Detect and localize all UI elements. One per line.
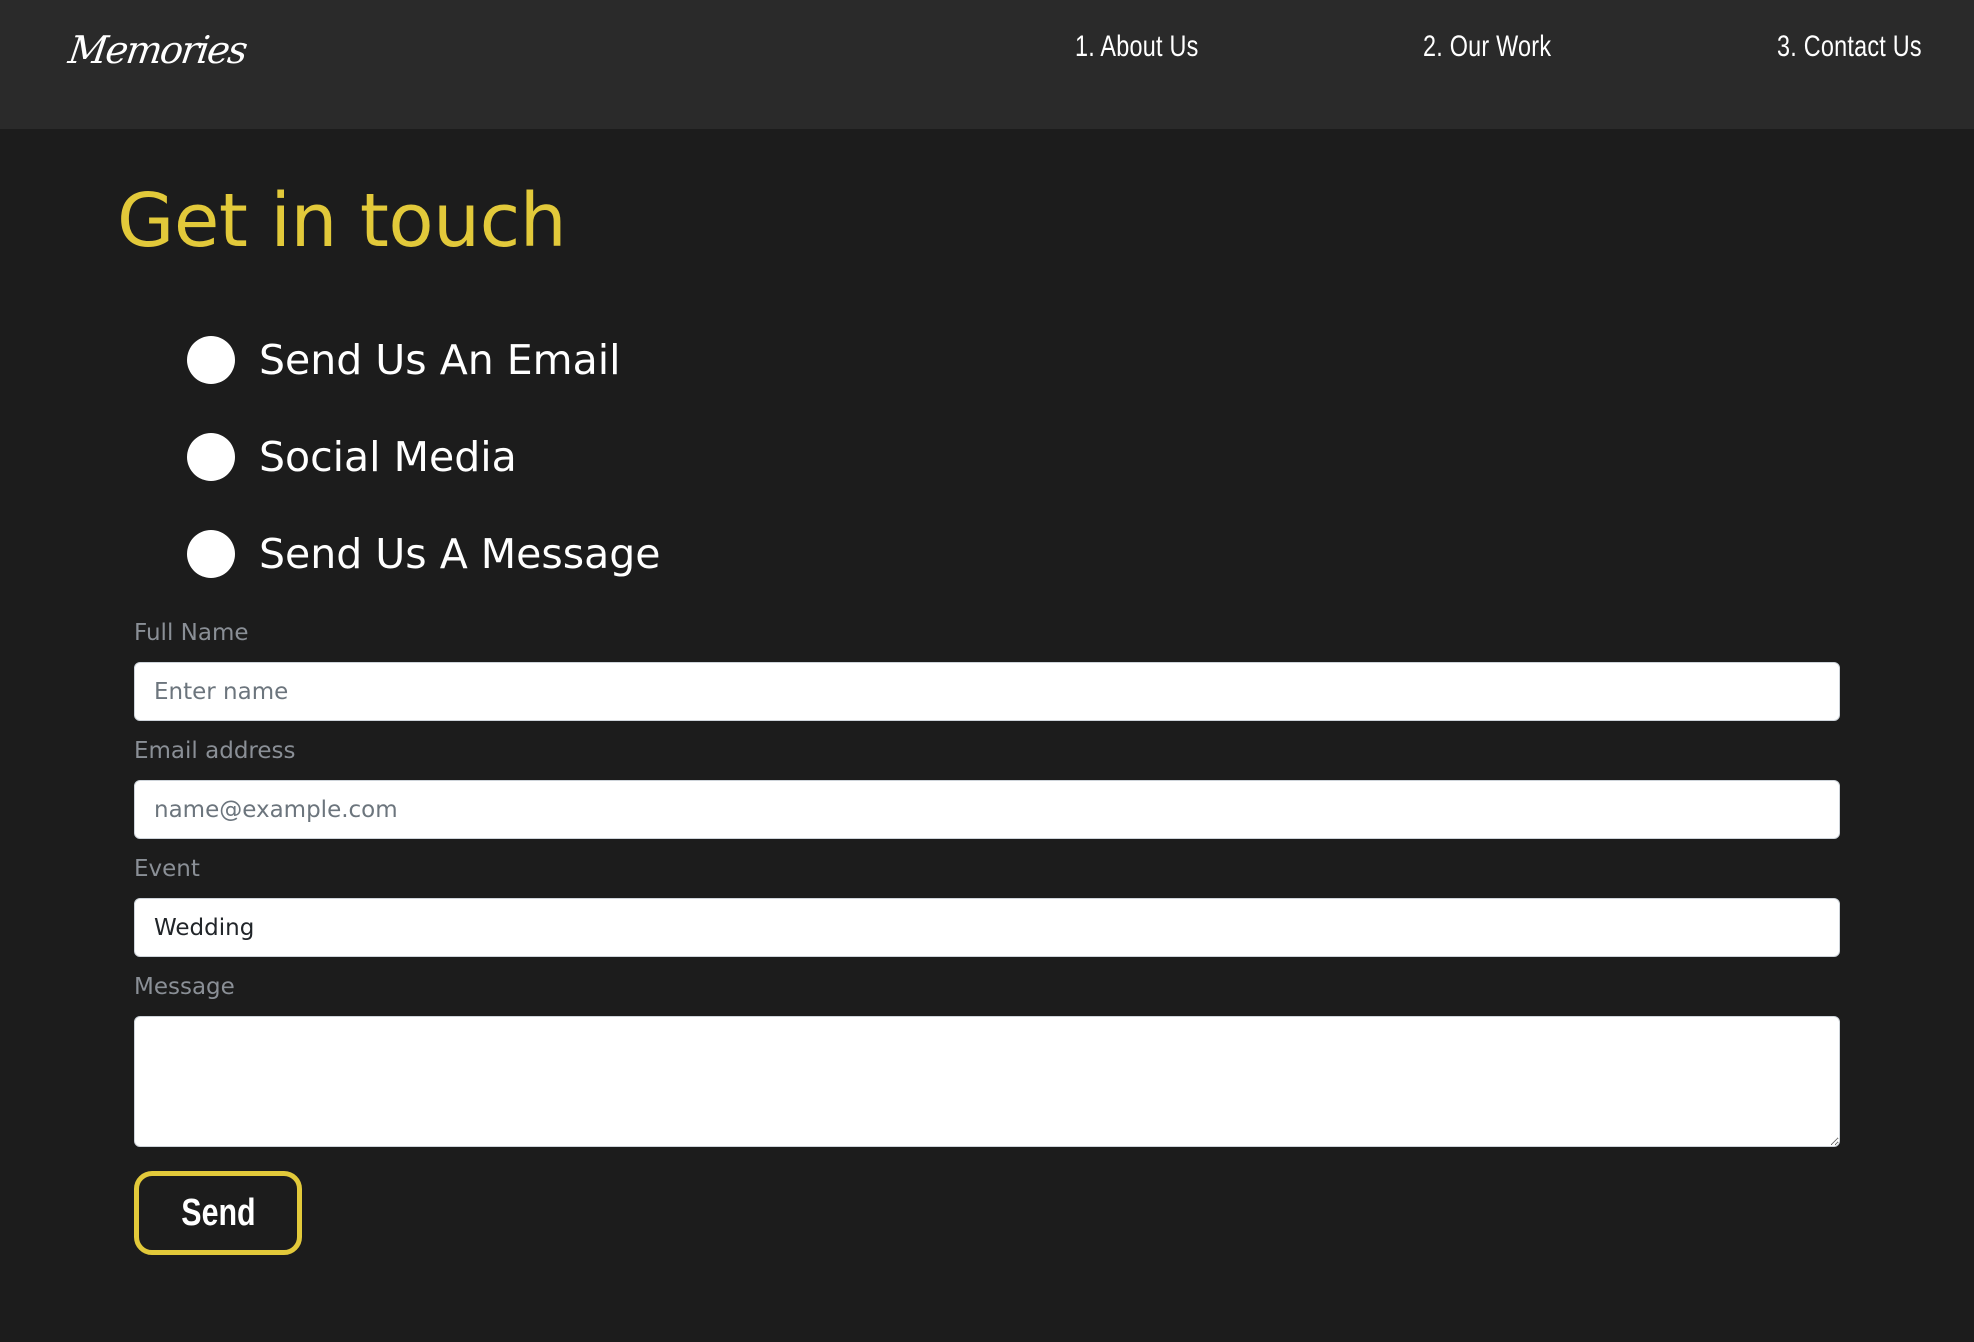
message-label: Message xyxy=(134,974,235,1000)
option-bullet-icon xyxy=(187,530,235,578)
option-social-media[interactable]: Social Media xyxy=(187,432,517,482)
option-bullet-icon xyxy=(187,433,235,481)
full-name-input[interactable] xyxy=(134,662,1840,721)
option-label: Social Media xyxy=(259,433,517,481)
option-bullet-icon xyxy=(187,336,235,384)
option-label: Send Us An Email xyxy=(259,336,621,384)
nav-link-contact-us[interactable]: 3. Contact Us xyxy=(1777,30,1922,64)
full-name-label: Full Name xyxy=(134,620,249,646)
send-button-label: Send xyxy=(180,1191,256,1234)
email-input[interactable] xyxy=(134,780,1840,839)
nav-link-our-work[interactable]: 2. Our Work xyxy=(1423,30,1551,64)
send-button[interactable]: Send xyxy=(134,1171,302,1255)
email-label: Email address xyxy=(134,738,296,764)
navbar: Memories 1. About Us 2. Our Work 3. Cont… xyxy=(0,0,1974,129)
message-textarea[interactable] xyxy=(134,1016,1840,1147)
logo[interactable]: Memories xyxy=(66,28,249,72)
option-label: Send Us A Message xyxy=(259,530,661,578)
page-title: Get in touch xyxy=(117,178,567,264)
event-input[interactable] xyxy=(134,898,1840,957)
option-send-message[interactable]: Send Us A Message xyxy=(187,529,660,579)
event-label: Event xyxy=(134,856,200,882)
nav-link-about-us[interactable]: 1. About Us xyxy=(1075,30,1199,64)
option-send-email[interactable]: Send Us An Email xyxy=(187,335,621,385)
